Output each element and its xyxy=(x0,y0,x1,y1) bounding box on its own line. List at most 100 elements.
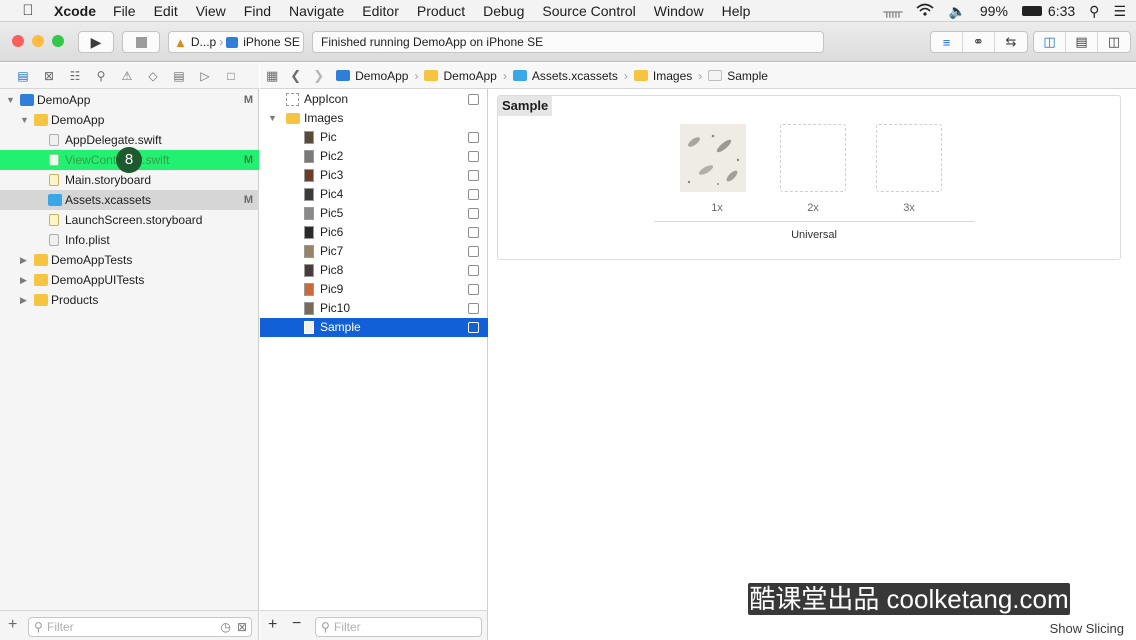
image-slot-1x[interactable] xyxy=(680,124,746,192)
image-set-checkbox[interactable] xyxy=(468,151,479,162)
close-window-button[interactable] xyxy=(12,35,24,47)
disclosure-closed-icon[interactable]: ▶ xyxy=(20,250,27,270)
image-set-checkbox[interactable] xyxy=(468,208,479,219)
debug-area-toggle-icon[interactable]: ▤ xyxy=(1066,32,1098,52)
minimize-window-button[interactable] xyxy=(32,35,44,47)
breadcrumb-item[interactable]: Images xyxy=(653,69,692,83)
breadcrumb-item[interactable]: DemoApp xyxy=(355,69,408,83)
asset-item-pic[interactable]: Pic xyxy=(260,128,488,147)
standard-editor-icon[interactable]: ≡ xyxy=(931,32,963,52)
menu-source-control[interactable]: Source Control xyxy=(542,3,635,19)
breadcrumb-item[interactable]: DemoApp xyxy=(443,69,496,83)
bluetooth-icon[interactable]: ᚅ xyxy=(883,3,902,20)
image-set-checkbox[interactable] xyxy=(468,265,479,276)
menu-navigate[interactable]: Navigate xyxy=(289,3,344,19)
image-set-checkbox[interactable] xyxy=(468,246,479,257)
navigator-item-main-storyboard[interactable]: Main.storyboard xyxy=(0,170,259,190)
asset-item-pic2[interactable]: Pic2 xyxy=(260,147,488,166)
image-set-checkbox[interactable] xyxy=(468,284,479,295)
disclosure-closed-icon[interactable]: ▶ xyxy=(20,290,27,310)
navigator-item-assets[interactable]: Assets.xcassets M xyxy=(0,190,259,210)
navigator-item-launchscreen[interactable]: LaunchScreen.storyboard xyxy=(0,210,259,230)
scheme-selector[interactable]: ▲ D...p › iPhone SE xyxy=(168,31,304,53)
navigator-item-uitests[interactable]: ▶ DemoAppUITests xyxy=(0,270,259,290)
menu-debug[interactable]: Debug xyxy=(483,3,524,19)
menu-view[interactable]: View xyxy=(196,3,226,19)
image-set-name[interactable]: Sample xyxy=(498,96,553,116)
version-editor-icon[interactable]: ⇆ xyxy=(995,32,1027,52)
navigator-item-tests[interactable]: ▶ DemoAppTests xyxy=(0,250,259,270)
back-icon[interactable]: ❮ xyxy=(290,68,301,84)
related-items-icon[interactable]: ▦ xyxy=(266,68,278,84)
report-navigator-icon[interactable]: □ xyxy=(218,69,244,83)
image-slot-3x[interactable] xyxy=(876,124,942,192)
menu-editor[interactable]: Editor xyxy=(362,3,399,19)
asset-item-pic8[interactable]: Pic8 xyxy=(260,261,488,280)
source-control-navigator-icon[interactable]: ⊠ xyxy=(36,69,62,83)
scm-filter-icon[interactable]: ⊠ xyxy=(237,618,247,636)
stop-button[interactable] xyxy=(122,31,160,53)
image-set-checkbox[interactable] xyxy=(468,303,479,314)
asset-item-sample[interactable]: Sample xyxy=(260,318,488,337)
image-slot-2x[interactable] xyxy=(780,124,846,192)
asset-item-pic7[interactable]: Pic7 xyxy=(260,242,488,261)
asset-item-pic5[interactable]: Pic5 xyxy=(260,204,488,223)
find-navigator-icon[interactable]: ⚲ xyxy=(88,69,114,83)
symbol-navigator-icon[interactable]: ☷ xyxy=(62,69,88,83)
disclosure-open-icon[interactable]: ▼ xyxy=(6,90,15,110)
scale-options-icon[interactable] xyxy=(468,94,479,105)
breakpoint-navigator-icon[interactable]: ▷ xyxy=(192,69,218,83)
assistant-editor-icon[interactable]: ⚭ xyxy=(963,32,995,52)
show-slicing-button[interactable]: Show Slicing xyxy=(1050,621,1124,636)
utilities-toggle-icon[interactable]: ◫ xyxy=(1098,32,1130,52)
disclosure-open-icon[interactable]: ▼ xyxy=(268,109,277,128)
spotlight-search-icon[interactable]: ⚲ xyxy=(1089,3,1099,20)
menu-app-name[interactable]: Xcode xyxy=(54,3,96,19)
disclosure-open-icon[interactable]: ▼ xyxy=(20,110,29,130)
menu-help[interactable]: Help xyxy=(722,3,751,19)
menu-file[interactable]: File xyxy=(113,3,136,19)
asset-item-pic3[interactable]: Pic3 xyxy=(260,166,488,185)
image-set-checkbox[interactable] xyxy=(468,189,479,200)
asset-filter-field[interactable]: ⚲ Filter xyxy=(315,617,482,637)
asset-item-pic9[interactable]: Pic9 xyxy=(260,280,488,299)
image-set-checkbox[interactable] xyxy=(468,322,479,333)
battery-icon[interactable] xyxy=(1021,6,1042,16)
notification-center-icon[interactable]: ☰ xyxy=(1113,3,1126,20)
test-navigator-icon[interactable]: ◇ xyxy=(140,69,166,83)
forward-icon[interactable]: ❯ xyxy=(313,68,324,84)
add-icon[interactable]: + xyxy=(8,616,17,634)
menu-edit[interactable]: Edit xyxy=(154,3,178,19)
image-set-checkbox[interactable] xyxy=(468,170,479,181)
breadcrumb-item[interactable]: Assets.xcassets xyxy=(532,69,618,83)
debug-navigator-icon[interactable]: ▤ xyxy=(166,69,192,83)
disclosure-closed-icon[interactable]: ▶ xyxy=(20,270,27,290)
volume-icon[interactable]: 🔈 xyxy=(948,3,965,20)
navigator-item-group-demoapp[interactable]: ▼ DemoApp xyxy=(0,110,259,130)
image-set-checkbox[interactable] xyxy=(468,132,479,143)
navigator-item-products[interactable]: ▶ Products xyxy=(0,290,259,310)
menu-window[interactable]: Window xyxy=(654,3,704,19)
navigator-item-project[interactable]: ▼ DemoApp M xyxy=(0,90,259,110)
recent-files-icon[interactable]: ◷ xyxy=(221,618,231,636)
asset-item-pic6[interactable]: Pic6 xyxy=(260,223,488,242)
navigator-toggle-icon[interactable]: ◫ xyxy=(1034,32,1066,52)
project-navigator-icon[interactable]: ▤ xyxy=(10,69,36,83)
run-button[interactable]: ▶ xyxy=(78,31,114,53)
issue-navigator-icon[interactable]: ⚠ xyxy=(114,69,140,83)
menu-find[interactable]: Find xyxy=(244,3,271,19)
asset-item-pic4[interactable]: Pic4 xyxy=(260,185,488,204)
clock[interactable]: 6:33 xyxy=(1048,3,1075,19)
apple-logo-icon[interactable]:  xyxy=(18,2,38,19)
navigator-filter-field[interactable]: ⚲ Filter ◷ ⊠ xyxy=(28,617,252,637)
menu-product[interactable]: Product xyxy=(417,3,465,19)
wifi-icon[interactable] xyxy=(916,3,934,19)
breadcrumb-item[interactable]: Sample xyxy=(727,69,768,83)
remove-asset-icon[interactable]: − xyxy=(292,615,301,633)
add-asset-icon[interactable]: + xyxy=(268,616,277,634)
asset-item-appicon[interactable]: AppIcon xyxy=(260,90,488,109)
zoom-window-button[interactable] xyxy=(52,35,64,47)
asset-item-pic10[interactable]: Pic10 xyxy=(260,299,488,318)
battery-percent[interactable]: 99% xyxy=(980,3,1008,19)
image-set-checkbox[interactable] xyxy=(468,227,479,238)
